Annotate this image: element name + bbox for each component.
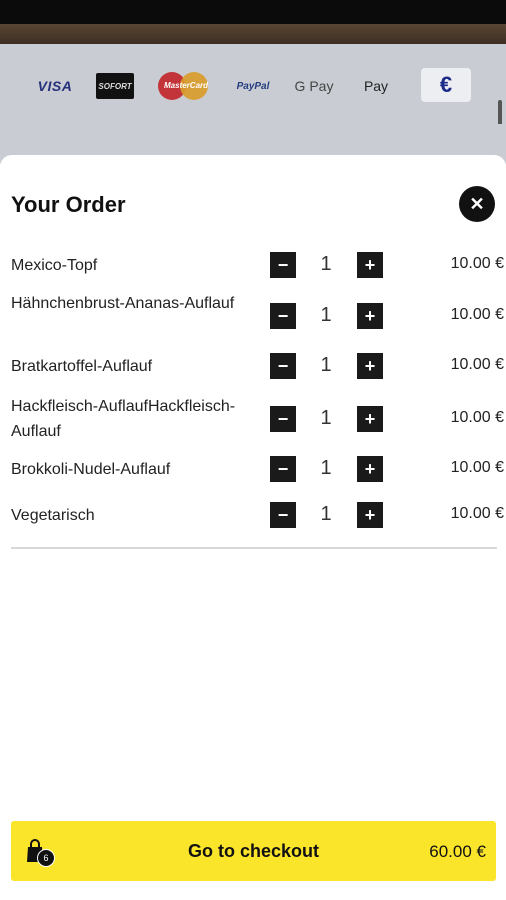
item-quantity: 1 [320,503,332,525]
decrease-quantity-button[interactable]: − [270,502,296,528]
decrease-quantity-button[interactable]: − [270,353,296,379]
item-name: Mexico-Topf [11,256,98,274]
decrease-quantity-button[interactable]: − [270,303,296,329]
sofort-logo: SOFORT [96,73,134,99]
item-price: 10.00 € [450,255,504,272]
item-price: 10.00 € [450,505,504,522]
item-name: Bratkartoffel-Auflauf [11,357,153,375]
item-name: Vegetarisch [11,506,95,524]
close-button[interactable]: ✕ [459,186,495,222]
decrease-quantity-button[interactable]: − [270,456,296,482]
order-item: Mexico-Topf − 1 +10.00 € [0,252,506,278]
order-item: Brokkoli-Nudel-Auflauf − 1 +10.00 € [0,456,506,482]
item-name: Brokkoli-Nudel-Auflauf [11,460,171,478]
header-image [0,24,506,44]
increase-quantity-button[interactable]: + [357,456,383,482]
google-pay-logo: G Pay [294,78,334,94]
item-price: 10.00 € [450,356,504,373]
order-item: Vegetarisch − 1 +10.00 € [0,502,506,528]
increase-quantity-button[interactable]: + [357,303,383,329]
item-quantity: 1 [320,253,332,275]
currency-euro-logo: € [421,68,471,102]
increase-quantity-button[interactable]: + [357,406,383,432]
order-sheet: Your Order ✕ Mexico-Topf −1 +10.00 € Hähnch… [0,155,506,900]
item-quantity: 1 [320,304,332,326]
item-name: Hähnchenbrust-Ananas-Auflauf [11,295,235,312]
close-icon: ✕ [469,193,485,214]
order-item: Hackfleisch-AuflaufHackfleisch-Auflauf − 1… [0,394,506,444]
decrease-quantity-button[interactable]: − [270,406,296,432]
increase-quantity-button[interactable]: + [357,502,383,528]
mastercard-logo: MasterCard [158,72,210,100]
item-quantity: 1 [320,354,332,376]
order-item: Hähnchenbrust-Ananas-Auflauf − 1 +10.00 € [0,291,506,341]
item-price: 10.00 € [450,306,504,323]
paypal-logo: PayPal [236,80,270,92]
order-title: Your Order [11,192,126,217]
increase-quantity-button[interactable]: + [357,252,383,278]
item-name: Hackfleisch-AuflaufHackfleisch-Auflauf [11,398,236,440]
decrease-quantity-button[interactable]: − [270,252,296,278]
checkout-total: 60.00 € [429,842,486,861]
payment-methods-bar: VISA SOFORT MasterCard PayPal G Pay Pay … [0,44,506,142]
visa-logo: VISA [37,78,73,94]
apple-pay-logo: Pay [363,78,389,94]
status-bar [0,0,506,24]
item-quantity: 1 [320,457,332,479]
checkout-label: Go to checkout [187,841,319,861]
checkout-button[interactable]: 6 Go to checkout 60.00 € [11,821,496,881]
order-item: Bratkartoffel-Auflauf − 1 +10.00 € [0,353,506,379]
increase-quantity-button[interactable]: + [357,353,383,379]
divider [11,547,497,549]
item-price: 10.00 € [450,459,504,476]
item-price: 10.00 € [450,409,504,426]
item-quantity: 1 [320,407,332,429]
